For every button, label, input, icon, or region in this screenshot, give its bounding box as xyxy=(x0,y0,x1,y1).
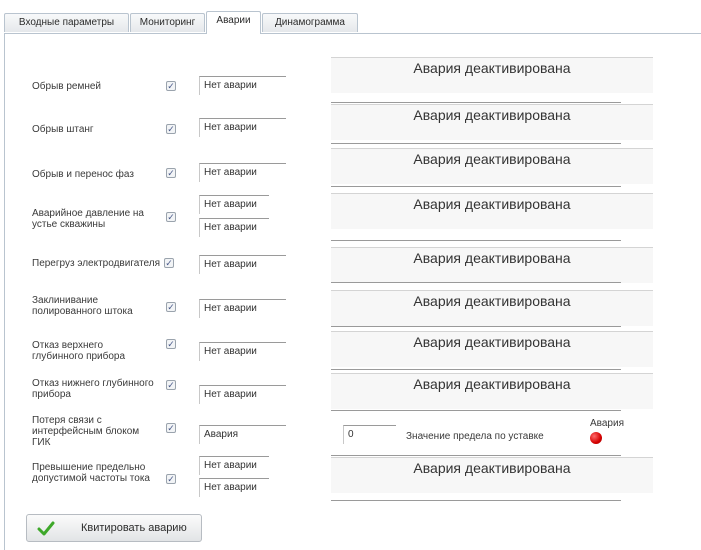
alarm-enable-checkbox[interactable]: ✓ xyxy=(166,474,176,484)
alarm-row-label: Обрыв и перенос фаз xyxy=(32,169,134,180)
row-separator xyxy=(331,326,621,327)
alarm-status-text: Авария деактивирована xyxy=(331,457,653,493)
alarm-enable-checkbox[interactable]: ✓ xyxy=(166,423,176,433)
alarm-indicator-label: Авария xyxy=(590,418,624,429)
alarm-indicator-light xyxy=(590,432,602,444)
row-separator xyxy=(331,143,621,144)
acknowledge-alarm-button[interactable]: Квитировать аварию xyxy=(26,514,202,542)
limit-label: Значение предела по уставке xyxy=(406,431,544,442)
alarm-state-field: Нет аварии xyxy=(199,76,286,95)
alarm-enable-checkbox[interactable]: ✓ xyxy=(166,302,176,312)
alarm-enable-checkbox[interactable]: ✓ xyxy=(166,339,176,349)
tab-bar: Входные параметры Мониторинг Аварии Дина… xyxy=(4,11,701,34)
tab-dynamogram[interactable]: Динамограмма xyxy=(262,13,358,32)
row-separator xyxy=(331,455,621,456)
alarm-row-label: Обрыв ремней xyxy=(32,81,102,92)
alarm-row-label: Отказ нижнего глубинного прибора xyxy=(32,378,154,400)
row-separator xyxy=(331,102,621,103)
alarm-enable-checkbox[interactable]: ✓ xyxy=(166,124,176,134)
alarm-state-field: Нет аварии xyxy=(199,456,269,475)
alarm-status-text: Авария деактивирована xyxy=(331,290,653,326)
alarm-state-field: Нет аварии xyxy=(199,478,269,497)
row-separator xyxy=(331,410,621,411)
alarm-status-text: Авария деактивирована xyxy=(331,148,653,184)
check-icon xyxy=(37,519,55,537)
row-separator xyxy=(331,282,621,283)
row-separator xyxy=(331,240,621,241)
alarm-row-label: Аварийное давление на устье скважины xyxy=(32,208,144,230)
tab-alarms[interactable]: Аварии xyxy=(206,11,261,34)
alarm-row-label: Отказ верхнего глубинного прибора xyxy=(32,340,126,362)
alarm-state-field: Нет аварии xyxy=(199,342,286,361)
acknowledge-alarm-label: Квитировать аварию xyxy=(81,522,187,534)
alarm-enable-checkbox[interactable]: ✓ xyxy=(166,380,176,390)
alarm-enable-checkbox[interactable]: ✓ xyxy=(166,81,176,91)
tab-input-params[interactable]: Входные параметры xyxy=(4,13,129,32)
alarm-state-field: Нет аварии xyxy=(199,255,286,274)
alarm-row-label: Обрыв штанг xyxy=(32,124,94,135)
alarm-state-field: Нет аварии xyxy=(199,218,269,237)
alarm-state-field: Нет аварии xyxy=(199,385,286,404)
row-separator xyxy=(331,186,621,187)
alarm-state-field: Нет аварии xyxy=(199,163,286,182)
alarm-status-text: Авария деактивирована xyxy=(331,57,653,93)
alarm-row-label: Перегруз электродвигателя xyxy=(32,258,161,269)
row-separator xyxy=(331,369,621,370)
alarm-status-text: Авария деактивирована xyxy=(331,247,653,283)
alarm-state-field: Нет аварии xyxy=(199,195,269,214)
alarm-status-text: Авария деактивирована xyxy=(331,193,653,229)
alarm-state-field: Нет аварии xyxy=(199,299,286,318)
alarm-enable-checkbox[interactable]: ✓ xyxy=(164,258,174,268)
alarm-enable-checkbox[interactable]: ✓ xyxy=(166,168,176,178)
alarm-status-text: Авария деактивирована xyxy=(331,104,653,140)
alarm-row-label: Потеря связи с интерфейсным блоком ГИК xyxy=(32,415,140,448)
alarm-status-text: Авария деактивирована xyxy=(331,331,653,367)
row-separator xyxy=(331,500,621,501)
limit-value-field[interactable]: 0 xyxy=(343,425,396,444)
alarm-row-label: Заклинивание полированного штока xyxy=(32,295,133,317)
alarm-state-field: Нет аварии xyxy=(199,118,286,137)
alarm-row-label: Превышение предельно допустимой частоты … xyxy=(32,462,150,484)
alarm-enable-checkbox[interactable]: ✓ xyxy=(166,212,176,222)
alarm-state-field: Авария xyxy=(199,425,286,444)
tab-monitoring[interactable]: Мониторинг xyxy=(130,13,205,32)
alarm-status-text: Авария деактивирована xyxy=(331,373,653,409)
